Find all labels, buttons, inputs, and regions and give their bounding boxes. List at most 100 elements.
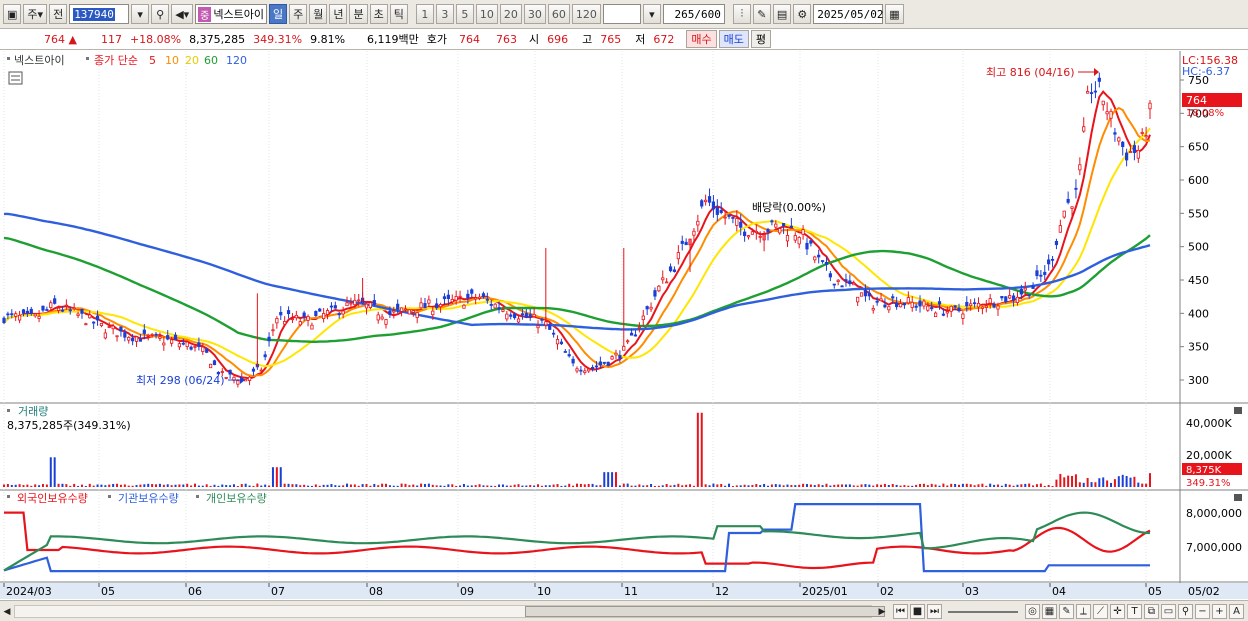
volume-bar	[903, 485, 906, 487]
candle-body	[657, 285, 661, 292]
candle-body	[60, 309, 65, 312]
candle-body	[423, 303, 427, 309]
period-month-button[interactable]: 월	[309, 4, 328, 24]
candle-body	[368, 302, 373, 308]
panel-minimize-icon[interactable]	[1234, 494, 1242, 501]
period-second-button[interactable]: 초	[369, 4, 388, 24]
volume-bar	[583, 484, 586, 487]
chart-area[interactable]: 넥스트아이 종가 단순 5 10 20 60 120 최고 816 (04/16…	[0, 51, 1248, 599]
candle-body	[637, 326, 641, 329]
zoom-slider[interactable]	[948, 611, 1018, 613]
zoom-reset-icon[interactable]: ◎	[1025, 604, 1040, 619]
period-prev-button[interactable]: 전	[49, 4, 68, 24]
text-tool-icon[interactable]: T	[1127, 604, 1142, 619]
candle-body	[587, 368, 591, 372]
chart-canvas[interactable]: 넥스트아이 종가 단순 5 10 20 60 120 최고 816 (04/16…	[0, 51, 1248, 599]
font-size-icon[interactable]: A	[1229, 604, 1244, 619]
volume-bar	[252, 485, 255, 487]
candle-body	[1101, 100, 1105, 106]
interval-30-button[interactable]: 30	[523, 4, 546, 24]
candle-body	[567, 354, 571, 357]
candle-body	[458, 295, 462, 298]
scroll-thumb[interactable]	[525, 606, 885, 617]
interval-10-button[interactable]: 10	[475, 4, 498, 24]
code-input[interactable]: 137940	[69, 4, 130, 24]
save-icon[interactable]: ▤	[772, 4, 792, 24]
date-input[interactable]: 2025/05/02	[813, 4, 884, 24]
buy-button[interactable]: 매수	[686, 30, 717, 48]
zoom-in-icon[interactable]: +	[1212, 604, 1227, 619]
candle-body	[797, 237, 801, 245]
interval-120-button[interactable]: 120	[571, 4, 601, 24]
volume-bar	[1149, 473, 1151, 487]
interval-20-button[interactable]: 20	[499, 4, 522, 24]
candle-body	[641, 315, 645, 321]
last-page-icon[interactable]: ⏭	[927, 604, 942, 619]
scroll-right-icon[interactable]: ▶	[876, 604, 888, 619]
volume-bar	[365, 484, 368, 487]
search-icon[interactable]: ⚲	[151, 4, 170, 24]
scroll-left-icon[interactable]: ◀	[1, 604, 13, 619]
chart-icon[interactable]: ▦	[1042, 604, 1057, 619]
layout-icon[interactable]: ▭	[1161, 604, 1176, 619]
first-page-icon[interactable]: ⏮	[893, 604, 908, 619]
interval-custom-input[interactable]	[602, 4, 641, 24]
volume-bar	[919, 483, 922, 487]
calendar-icon[interactable]: ▦	[885, 4, 904, 24]
code-dropdown-icon[interactable]: ▾	[131, 4, 150, 24]
x-tick-label: 11	[624, 585, 638, 598]
chart-type-icon[interactable]: ⫶	[732, 4, 751, 24]
eval-button[interactable]: 평	[750, 30, 772, 48]
interval-5-button[interactable]: 5	[455, 4, 474, 24]
interval-3-button[interactable]: 3	[435, 4, 454, 24]
candle-body	[489, 303, 493, 306]
stock-name-box[interactable]: 중 넥스트아이	[195, 4, 267, 24]
interval-1-button[interactable]: 1	[415, 4, 434, 24]
period-week-button[interactable]: 주	[289, 4, 308, 24]
period-minute-button[interactable]: 분	[349, 4, 368, 24]
draw-icon[interactable]: ✎	[1059, 604, 1074, 619]
volume-bar	[14, 484, 17, 487]
candle-body	[407, 309, 411, 315]
ruler-icon[interactable]: ⟂	[1076, 604, 1091, 619]
candle-body	[910, 301, 914, 308]
copy-icon[interactable]: ⧉	[1144, 604, 1159, 619]
period-day-button[interactable]: 일	[268, 4, 288, 24]
panel-minimize-icon[interactable]	[1234, 407, 1242, 414]
candle-body	[700, 200, 704, 207]
draw-tool-icon[interactable]: ✎	[752, 4, 771, 24]
period-tick-button[interactable]: 틱	[389, 4, 408, 24]
volume-bar	[447, 484, 450, 487]
speaker-icon[interactable]: ◀▾	[171, 4, 194, 24]
sell-button[interactable]: 매도	[718, 30, 749, 48]
volume-bar	[880, 484, 883, 487]
low-value: 672	[653, 32, 675, 46]
holding-lines	[3, 503, 1151, 573]
candle-body	[37, 315, 41, 319]
candle-body	[107, 326, 111, 328]
candle-body	[719, 210, 723, 214]
count-input[interactable]: 265/600	[662, 4, 725, 24]
window-icon[interactable]: ▣	[3, 4, 22, 24]
period-year-button[interactable]: 년	[329, 4, 348, 24]
volume-bar	[1117, 476, 1120, 487]
candle-body	[1093, 90, 1098, 93]
candle-body	[485, 298, 489, 301]
scroll-track[interactable]	[14, 605, 885, 618]
trend-icon[interactable]: ⟋	[1093, 604, 1108, 619]
gear-icon[interactable]: ⚙	[793, 4, 812, 24]
zoom-out-icon[interactable]: −	[1195, 604, 1210, 619]
candle-body	[337, 313, 341, 316]
stop-icon[interactable]: ■	[910, 604, 925, 619]
panel-settings-icon[interactable]	[8, 71, 23, 85]
interval-60-button[interactable]: 60	[547, 4, 570, 24]
volume-bar	[361, 484, 364, 487]
turnover-value: 9.81%	[310, 32, 346, 46]
candle-body	[275, 318, 279, 324]
price-legend: 넥스트아이 종가 단순 5 10 20 60 120	[7, 54, 247, 67]
interval-dropdown-icon[interactable]: ▾	[642, 4, 661, 24]
zoom-icon[interactable]: ⚲	[1178, 604, 1193, 619]
candle-body	[976, 302, 981, 308]
crosshair-icon[interactable]: ✛	[1110, 604, 1125, 619]
period-main-select[interactable]: 주 ▾	[23, 4, 48, 24]
